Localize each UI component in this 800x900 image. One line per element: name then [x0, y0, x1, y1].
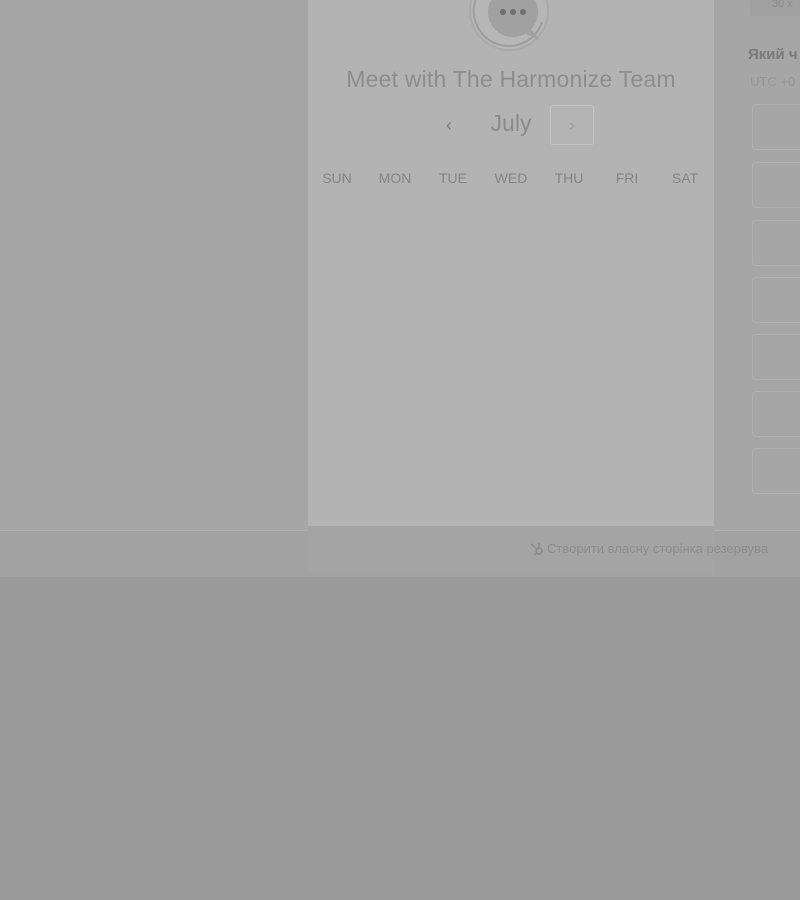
- time-slot-button[interactable]: [752, 220, 800, 266]
- timezone-label[interactable]: UTC +0: [750, 74, 795, 89]
- weekday-label: SUN: [322, 170, 352, 186]
- time-slot-button[interactable]: [752, 391, 800, 437]
- hubspot-sprocket-icon: [531, 542, 543, 556]
- weekday-label: MON: [378, 170, 412, 186]
- weekday-label: WED: [494, 170, 528, 186]
- time-slot-button[interactable]: [752, 162, 800, 208]
- duration-chip[interactable]: 30 x: [750, 0, 800, 16]
- month-navigation: ‹ July ›: [308, 104, 714, 148]
- time-question-heading: Який ч: [748, 46, 798, 63]
- weekday-label: FRI: [615, 170, 639, 186]
- month-label: July: [490, 110, 532, 136]
- time-slot-button[interactable]: [752, 277, 800, 323]
- next-month-button[interactable]: ›: [550, 105, 594, 145]
- weekday-label: THU: [554, 170, 584, 186]
- time-slot-button[interactable]: [752, 104, 800, 150]
- weekday-label: SAT: [671, 170, 699, 186]
- time-slot-button[interactable]: [752, 334, 800, 380]
- weekday-header-row: SUN MON TUE WED THU FRI SAT: [308, 170, 714, 190]
- duration-chip-label: 30 x: [772, 0, 793, 10]
- meeting-title: Meet with The Harmonize Team: [346, 66, 676, 92]
- previous-month-button[interactable]: ‹: [438, 112, 460, 138]
- create-booking-page-label: Створити власну сторінка резервува: [547, 541, 769, 556]
- weekday-label: TUE: [439, 170, 467, 186]
- time-slot-button[interactable]: [752, 448, 800, 494]
- team-avatar-chat-icon: [469, 0, 549, 51]
- create-booking-page-link[interactable]: Створити власну сторінка резервува: [530, 541, 768, 556]
